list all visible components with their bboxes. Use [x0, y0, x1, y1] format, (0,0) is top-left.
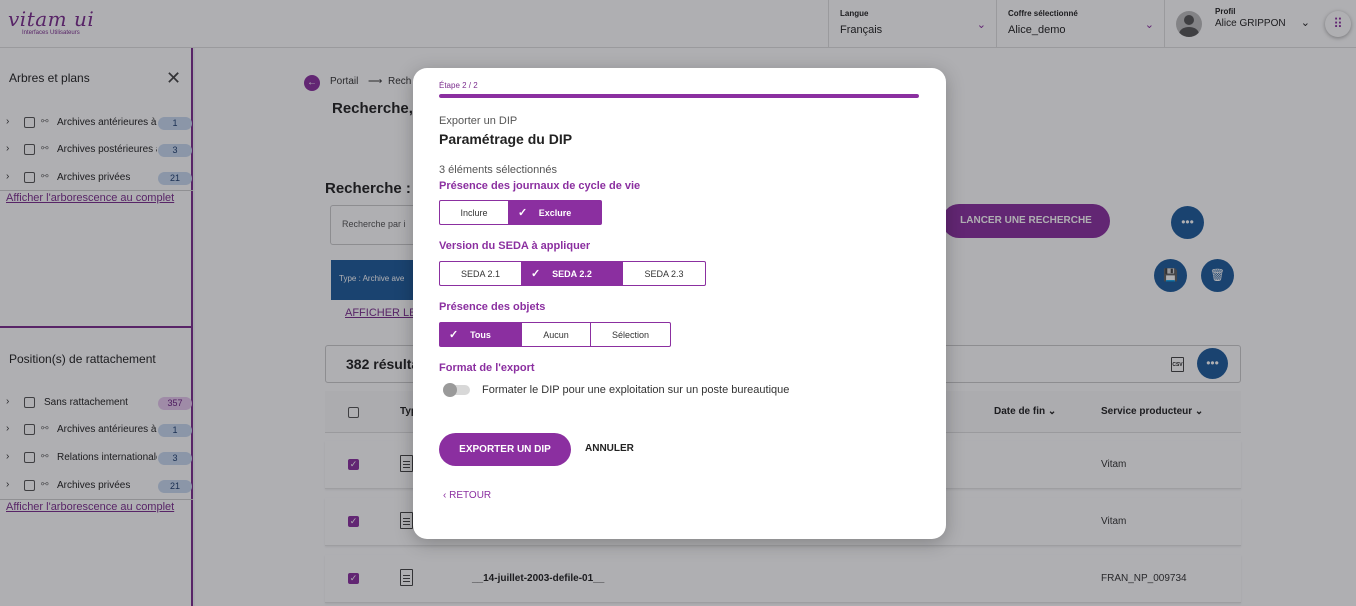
option-label: Sélection: [611, 329, 650, 340]
export-dip-button[interactable]: EXPORTER UN DIP: [439, 433, 571, 466]
option-label: Tous: [470, 329, 491, 340]
toggle-knob: [443, 383, 457, 397]
modal-title: Paramétrage du DIP: [439, 131, 573, 147]
office-format-toggle[interactable]: [443, 383, 470, 397]
office-format-label: Formater le DIP pour une exploitation su…: [482, 384, 790, 396]
format-label: Format de l'export: [439, 362, 535, 374]
step-progress-bar: [439, 94, 919, 98]
seda-toggle-group: SEDA 2.1 ✓ SEDA 2.2 SEDA 2.3: [439, 261, 706, 286]
seda-23-option[interactable]: SEDA 2.3: [623, 262, 705, 285]
check-icon: ✓: [518, 207, 528, 219]
objects-selection-option[interactable]: Sélection: [591, 323, 670, 346]
seda-21-option[interactable]: SEDA 2.1: [440, 262, 522, 285]
option-label: SEDA 2.2: [552, 268, 592, 279]
option-label: Inclure: [460, 207, 488, 218]
objects-none-option[interactable]: Aucun: [522, 323, 591, 346]
option-label: SEDA 2.3: [644, 268, 684, 279]
step-progress-fill: [439, 94, 919, 98]
check-icon: ✓: [449, 329, 459, 341]
step-label: Étape 2 / 2: [439, 81, 478, 90]
back-button[interactable]: ‹ RETOUR: [443, 490, 491, 501]
lifecycle-exclude-option[interactable]: ✓ Exclure: [509, 201, 601, 224]
check-icon: ✓: [531, 268, 541, 280]
lifecycle-toggle-group: Inclure ✓ Exclure: [439, 200, 602, 225]
option-label: SEDA 2.1: [460, 268, 501, 279]
lifecycle-label: Présence des journaux de cycle de vie: [439, 180, 641, 192]
cancel-button[interactable]: ANNULER: [585, 443, 634, 454]
option-label: Aucun: [543, 329, 569, 340]
selected-count: 3 éléments sélectionnés: [439, 164, 558, 176]
objects-toggle-group: ✓ Tous Aucun Sélection: [439, 322, 671, 347]
modal-subtitle: Exporter un DIP: [439, 115, 518, 127]
lifecycle-include-option[interactable]: Inclure: [440, 201, 509, 224]
seda-label: Version du SEDA à appliquer: [439, 240, 591, 252]
objects-all-option[interactable]: ✓ Tous: [440, 323, 522, 346]
export-dip-modal: Étape 2 / 2 Exporter un DIP Paramétrage …: [413, 68, 946, 539]
objects-label: Présence des objets: [439, 301, 546, 313]
seda-22-option[interactable]: ✓ SEDA 2.2: [522, 262, 623, 285]
option-label: Exclure: [538, 207, 572, 218]
